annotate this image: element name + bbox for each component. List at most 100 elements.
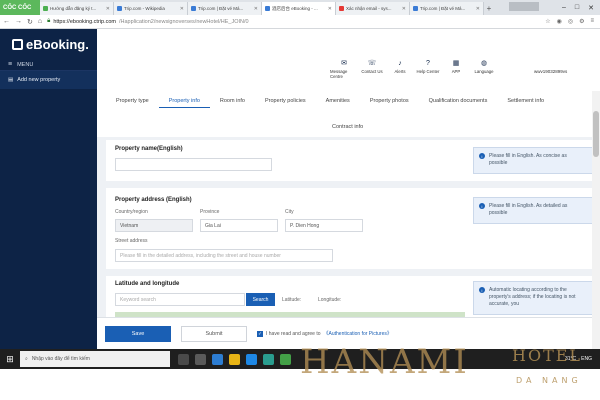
file-explorer-icon[interactable] xyxy=(229,353,240,365)
screen: CỐC CỐC Hướng dẫn đăng ký t... ✕ Trip.com… xyxy=(0,0,600,400)
page-scrollbar[interactable] xyxy=(592,91,600,349)
street-label: Street address xyxy=(115,238,148,244)
hint-text: Please fill in English. As detailed as p… xyxy=(489,203,568,216)
alerts-button[interactable]: ♪ Alerts xyxy=(386,60,414,80)
section-title: Latitude and longitude xyxy=(115,281,180,287)
tab-property-policies[interactable]: Property policies xyxy=(255,94,316,108)
ebooking-logo[interactable]: eBooking. xyxy=(0,29,97,59)
tab-settlement-info[interactable]: Settlement info xyxy=(497,94,554,108)
tab-room-info[interactable]: Room info xyxy=(210,94,255,108)
province-label: Province xyxy=(200,209,220,215)
keyword-search-placeholder: Keyword search xyxy=(120,296,156,303)
close-icon[interactable]: ✕ xyxy=(328,6,332,12)
extension-icon[interactable]: ◉ xyxy=(557,18,562,25)
street-address-input[interactable]: Please fill in the detailed address, inc… xyxy=(115,249,333,262)
hint-text: Please fill in English. As concise as po… xyxy=(489,153,567,166)
country-select[interactable]: Vietnam xyxy=(115,219,193,232)
tab-property-info[interactable]: Property info xyxy=(158,94,210,108)
form-nav-tabs: Property type Property info Room info Pr… xyxy=(106,94,596,108)
forward-icon[interactable]: → xyxy=(15,18,22,25)
bookmark-star-icon[interactable]: ☆ xyxy=(545,18,550,25)
property-name-input[interactable] xyxy=(115,158,272,171)
section-title: Property name(English) xyxy=(115,146,183,152)
tab-title: Xác nhận email - sys... xyxy=(346,6,392,11)
keyword-search-input[interactable]: Keyword search xyxy=(115,293,245,306)
coccoc-taskbar-icon[interactable] xyxy=(280,353,291,365)
mail-icon: ✉ xyxy=(341,60,347,67)
tab-qualification-documents[interactable]: Qualification documents xyxy=(419,94,498,108)
close-icon[interactable]: ✕ xyxy=(106,6,110,12)
save-button[interactable]: Save xyxy=(105,326,171,342)
address-bar: ← → ↻ ⌂ 🔒︎ https://ebooking.ctrip.com/Ha… xyxy=(0,15,600,29)
sidebar-item-add-new-property[interactable]: ▤ Add new property xyxy=(0,71,97,89)
city-select[interactable]: P. Dien Hong xyxy=(285,219,363,232)
browser-tab[interactable]: Trip.com | Đặt vé Má... ✕ xyxy=(188,2,262,15)
tab-property-photos[interactable]: Property photos xyxy=(360,94,419,108)
property-name-hint: i Please fill in English. As concise as … xyxy=(473,147,593,174)
header-icon-label: Help Center xyxy=(416,69,440,74)
tab-title: 酒店后台 eBooking - ... xyxy=(272,5,318,11)
menu-toggle[interactable]: ≡ MENU xyxy=(0,59,97,71)
bell-icon: ♪ xyxy=(398,60,402,67)
minimize-button[interactable]: – xyxy=(562,4,566,11)
close-icon[interactable]: ✕ xyxy=(476,6,480,12)
close-icon[interactable]: ✕ xyxy=(254,6,258,12)
tab-preview-thumbnail xyxy=(509,2,539,11)
authentication-link[interactable]: 《Authentication for Pictures》 xyxy=(324,330,392,337)
agree-checkbox[interactable]: ✓ xyxy=(257,330,263,337)
taskbar-search[interactable]: ⌕ Nhập vào đây để tìm kiếm xyxy=(20,351,170,367)
coccoc-logo[interactable]: CỐC CỐC xyxy=(0,0,40,15)
message-centre-button[interactable]: ✉ Message Centre xyxy=(330,60,358,80)
tab-title: Trip.com | Đặt vé Má... xyxy=(198,6,244,11)
address-hint: i Please fill in English. As detailed as… xyxy=(473,197,593,224)
cortana-icon[interactable] xyxy=(178,353,189,365)
menu-icon[interactable]: ≡ xyxy=(590,18,594,25)
windows-start-icon[interactable]: ⊞ xyxy=(0,349,20,369)
property-name-card: Property name(English) i Please fill in … xyxy=(106,140,593,181)
browser-tab[interactable]: Trip.com - Wikipedia ✕ xyxy=(114,2,188,15)
submit-button[interactable]: Submit xyxy=(181,326,247,342)
app-button[interactable]: ▦ APP xyxy=(442,60,470,80)
ebooking-logo-icon xyxy=(12,38,23,50)
contact-us-button[interactable]: ☏ Contact Us xyxy=(358,60,386,80)
edge-icon[interactable] xyxy=(263,353,274,365)
info-icon: i xyxy=(479,287,485,293)
new-tab-button[interactable]: + xyxy=(484,2,494,15)
back-icon[interactable]: ← xyxy=(3,18,10,25)
mail-app-icon[interactable] xyxy=(212,353,223,365)
username[interactable]: wwv19032899vs xyxy=(534,69,567,74)
url-field[interactable]: 🔒︎ https://ebooking.ctrip.com/Happlicati… xyxy=(47,18,540,25)
scrollbar-thumb[interactable] xyxy=(593,111,599,157)
help-center-button[interactable]: ? Help Center xyxy=(414,60,442,80)
task-view-icon[interactable] xyxy=(195,353,206,365)
phone-icon: ☏ xyxy=(367,60,377,67)
header-icon-label: Language xyxy=(474,69,494,74)
home-icon[interactable]: ⌂ xyxy=(38,18,42,25)
browser-tab[interactable]: Hướng dẫn đăng ký t... ✕ xyxy=(40,2,114,15)
maximize-button[interactable]: □ xyxy=(575,4,579,11)
tab-title: Hướng dẫn đăng ký t... xyxy=(50,6,97,11)
agreement: ✓ I have read and agree to 《Authenticati… xyxy=(257,330,392,337)
tab-contract-info[interactable]: Contract info xyxy=(332,124,363,130)
browser-tab[interactable]: Xác nhận email - sys... ✕ xyxy=(336,2,410,15)
tab-property-type[interactable]: Property type xyxy=(106,94,159,108)
province-select[interactable]: Gia Lai xyxy=(200,219,278,232)
extension-icon[interactable]: ◎ xyxy=(568,18,573,25)
settings-gear-icon[interactable]: ⚙ xyxy=(579,18,584,25)
close-icon[interactable]: ✕ xyxy=(180,6,184,12)
close-icon[interactable]: ✕ xyxy=(402,6,406,12)
menu-label: MENU xyxy=(17,61,34,68)
country-label: Country/region xyxy=(115,209,148,215)
reload-icon[interactable]: ↻ xyxy=(27,18,33,26)
watermark-city: DA NANG xyxy=(516,376,582,385)
tab-title: Trip.com - Wikipedia xyxy=(124,6,165,11)
store-icon[interactable] xyxy=(246,353,257,365)
close-window-button[interactable]: ✕ xyxy=(588,4,594,12)
header-icon-label: Alerts xyxy=(394,69,406,74)
language-button[interactable]: ◍ Language xyxy=(470,60,498,80)
browser-tab-active[interactable]: 酒店后台 eBooking - ... ✕ xyxy=(262,2,336,15)
search-icon: ⌕ xyxy=(25,356,28,362)
search-button[interactable]: Search xyxy=(246,293,275,306)
browser-tab[interactable]: Trip.com | Đặt vé Má... ✕ xyxy=(410,2,484,15)
tab-amenities[interactable]: Amenities xyxy=(316,94,360,108)
